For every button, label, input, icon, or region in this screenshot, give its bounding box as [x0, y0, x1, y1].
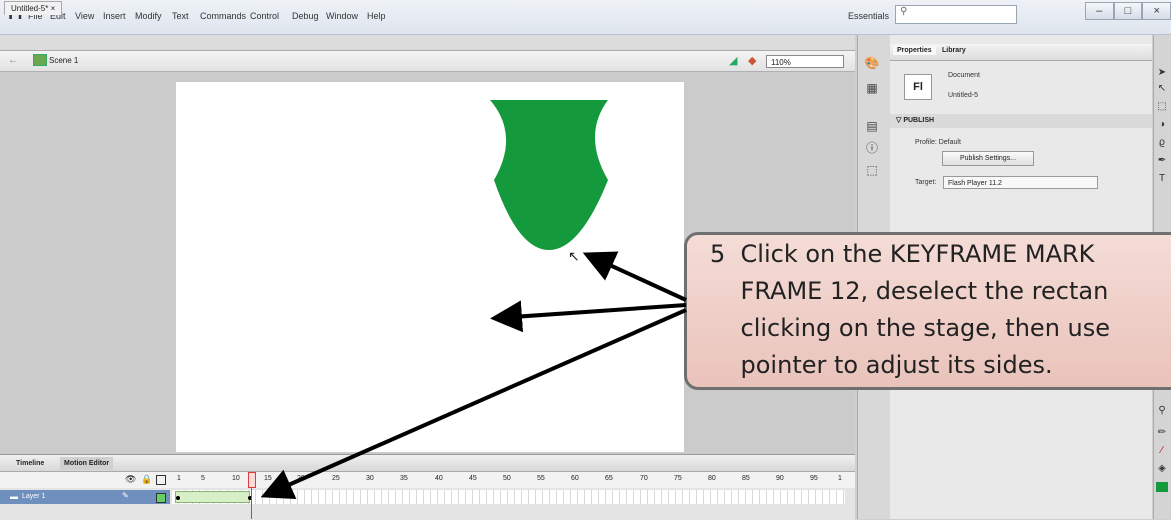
document-name: Untitled-5 [948, 92, 978, 99]
menu-window[interactable]: Window [326, 11, 358, 21]
frame-number: 65 [605, 475, 613, 482]
pen-tool-icon[interactable]: ✒ [1155, 154, 1169, 168]
target-select[interactable]: Flash Player 11.2 [943, 176, 1098, 189]
free-transform-tool-icon[interactable]: ⬚ [1155, 100, 1169, 114]
info-panel-icon[interactable]: ⓘ [863, 140, 881, 156]
document-tab[interactable]: Untitled-5* × [4, 1, 63, 15]
frame-number: 80 [708, 475, 716, 482]
menu-insert[interactable]: Insert [103, 11, 126, 21]
maximize-button[interactable]: □ [1113, 2, 1143, 20]
frame-number: 40 [435, 475, 443, 482]
frame-number: 15 [264, 475, 272, 482]
frame-number: 55 [537, 475, 545, 482]
frame-number: 45 [469, 475, 477, 482]
document-type: Document [948, 72, 980, 79]
fill-color-icon[interactable]: ◈ [1155, 462, 1169, 476]
playhead-line [251, 488, 252, 519]
target-label: Target: [915, 179, 937, 186]
text-tool-icon[interactable]: T [1155, 172, 1169, 186]
pointer-cursor-icon: ↖ [568, 248, 580, 264]
frame-number: 60 [571, 475, 579, 482]
frame-grid[interactable] [172, 490, 845, 504]
layer-color-swatch[interactable] [156, 493, 166, 503]
menu-control[interactable]: Control [250, 11, 279, 21]
zoom-select[interactable]: 110% [766, 55, 844, 68]
frame-number: 85 [742, 475, 750, 482]
align-panel-icon[interactable]: ▤ [863, 118, 881, 134]
lasso-tool-icon[interactable]: ϱ [1155, 136, 1169, 150]
zoom-tool-icon[interactable]: ⚲ [1155, 404, 1169, 418]
workspace-switcher[interactable]: Essentials [848, 11, 889, 21]
tab-properties[interactable]: Properties [893, 46, 936, 55]
frame-number: 30 [366, 475, 374, 482]
no-color-icon[interactable]: ⁄ [1155, 444, 1169, 458]
tab-timeline[interactable]: Timeline [12, 457, 48, 470]
back-arrow-icon[interactable]: ← [8, 55, 18, 66]
pencil-icon: ✎ [122, 491, 129, 500]
timeline-tabbar [0, 455, 855, 472]
scene-name: Scene 1 [49, 56, 79, 65]
frame-number: 10 [232, 475, 240, 482]
keyframe-1[interactable] [176, 496, 180, 500]
frame-number: 1 [838, 475, 842, 482]
lock-icon[interactable]: 🔒 [141, 474, 152, 485]
window-controls: – □ × [1085, 2, 1171, 20]
layer-icon: ▬ [10, 492, 18, 501]
menu-modify[interactable]: Modify [135, 11, 162, 21]
transform-panel-icon[interactable]: ⬚ [863, 162, 881, 178]
frame-number: 50 [503, 475, 511, 482]
edit-scene-icon[interactable]: ◢ [729, 54, 737, 67]
fill-swatch[interactable] [1156, 482, 1168, 492]
search-icon: ⚲ [900, 6, 908, 17]
color-panel-icon[interactable]: 🎨 [863, 55, 881, 71]
menu-debug[interactable]: Debug [292, 11, 319, 21]
profile-label: Profile: Default [915, 139, 961, 146]
publish-settings-button[interactable]: Publish Settings... [942, 151, 1034, 166]
stroke-color-icon[interactable]: ✏ [1155, 426, 1169, 440]
frame-number: 95 [810, 475, 818, 482]
3d-rotation-tool-icon[interactable]: ◑ [1155, 118, 1169, 132]
selection-tool-icon[interactable]: ➤ [1155, 66, 1169, 80]
tween-span[interactable] [175, 491, 250, 503]
eye-icon[interactable]: 👁 [125, 474, 136, 485]
scene-icon [33, 54, 47, 66]
layer-row-layer-1[interactable]: Layer 1 [0, 490, 170, 504]
callout-text: 5 Click on the KEYFRAME MARK FRAME 12, d… [710, 240, 1111, 379]
search-input[interactable]: ⚲ [895, 5, 1017, 24]
outline-icon[interactable] [156, 475, 166, 485]
menu-commands[interactable]: Commands [200, 11, 246, 21]
playhead[interactable] [248, 472, 256, 488]
frame-number: 25 [332, 475, 340, 482]
menu-view[interactable]: View [75, 11, 94, 21]
document-fl-icon: Fl [904, 74, 932, 100]
green-shape[interactable] [490, 95, 640, 265]
tab-library[interactable]: Library [938, 46, 970, 55]
frame-number: 20 [297, 475, 305, 482]
menu-help[interactable]: Help [367, 11, 386, 21]
frame-number: 5 [201, 475, 205, 482]
publish-section-header[interactable]: ▽ PUBLISH [890, 114, 1152, 128]
document-tabbar [0, 35, 855, 51]
menu-text[interactable]: Text [172, 11, 189, 21]
frame-number: 75 [674, 475, 682, 482]
close-button[interactable]: × [1142, 2, 1171, 20]
swatches-panel-icon[interactable]: ▦ [863, 80, 881, 96]
tab-motion-editor[interactable]: Motion Editor [60, 457, 114, 470]
edit-symbols-icon[interactable]: ◆ [748, 54, 756, 67]
subselection-tool-icon[interactable]: ↖ [1155, 82, 1169, 96]
frame-number: 35 [400, 475, 408, 482]
frame-number: 1 [177, 475, 181, 482]
scene-bar [0, 51, 855, 72]
minimize-button[interactable]: – [1085, 2, 1114, 20]
frame-number: 70 [640, 475, 648, 482]
frame-number: 90 [776, 475, 784, 482]
